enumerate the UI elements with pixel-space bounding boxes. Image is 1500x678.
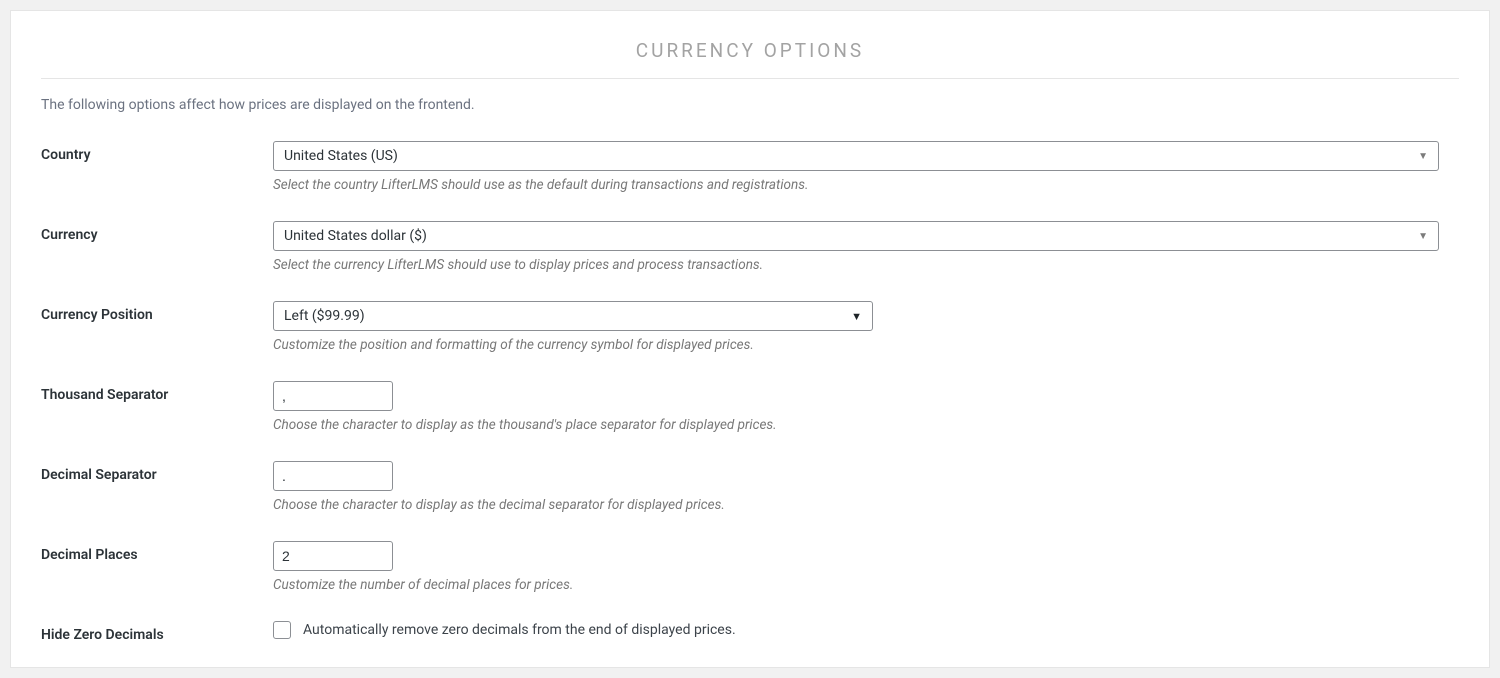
- currency-position-select-value: Left ($99.99): [284, 308, 365, 324]
- section-description: The following options affect how prices …: [31, 97, 1469, 113]
- currency-options-panel: CURRENCY OPTIONS The following options a…: [10, 10, 1490, 668]
- chevron-down-icon: ▼: [851, 310, 862, 323]
- section-title: CURRENCY OPTIONS: [41, 29, 1459, 79]
- hide-zero-decimals-label: Hide Zero Decimals: [41, 621, 273, 643]
- hide-zero-decimals-checkbox-row: Automatically remove zero decimals from …: [273, 621, 1439, 639]
- country-select[interactable]: United States (US) ▼: [273, 141, 1439, 171]
- field-row-currency: Currency United States dollar ($) ▼ Sele…: [31, 221, 1469, 273]
- chevron-down-icon: ▼: [1418, 151, 1428, 162]
- decimal-places-help: Customize the number of decimal places f…: [273, 577, 1439, 593]
- field-row-thousand-separator: Thousand Separator Choose the character …: [31, 381, 1469, 433]
- country-select-value: United States (US): [284, 148, 398, 164]
- currency-select[interactable]: United States dollar ($) ▼: [273, 221, 1439, 251]
- chevron-down-icon: ▼: [1418, 231, 1428, 242]
- decimal-separator-help: Choose the character to display as the d…: [273, 497, 1439, 513]
- field-row-decimal-separator: Decimal Separator Choose the character t…: [31, 461, 1469, 513]
- field-row-hide-zero-decimals: Hide Zero Decimals Automatically remove …: [31, 621, 1469, 643]
- hide-zero-decimals-checkbox-label: Automatically remove zero decimals from …: [303, 622, 736, 638]
- thousand-separator-input[interactable]: [273, 381, 393, 411]
- thousand-separator-help: Choose the character to display as the t…: [273, 417, 1439, 433]
- currency-position-select[interactable]: Left ($99.99) ▼: [273, 301, 873, 331]
- field-row-currency-position: Currency Position Left ($99.99) ▼ Custom…: [31, 301, 1469, 353]
- hide-zero-decimals-checkbox[interactable]: [273, 621, 291, 639]
- field-row-country: Country United States (US) ▼ Select the …: [31, 141, 1469, 193]
- currency-position-label: Currency Position: [41, 301, 273, 323]
- currency-label: Currency: [41, 221, 273, 243]
- thousand-separator-label: Thousand Separator: [41, 381, 273, 403]
- currency-position-help: Customize the position and formatting of…: [273, 337, 1439, 353]
- decimal-separator-label: Decimal Separator: [41, 461, 273, 483]
- decimal-places-input[interactable]: [273, 541, 393, 571]
- currency-help: Select the currency LifterLMS should use…: [273, 257, 1439, 273]
- country-help: Select the country LifterLMS should use …: [273, 177, 1439, 193]
- field-row-decimal-places: Decimal Places Customize the number of d…: [31, 541, 1469, 593]
- decimal-separator-input[interactable]: [273, 461, 393, 491]
- country-label: Country: [41, 141, 273, 163]
- currency-select-value: United States dollar ($): [284, 228, 427, 244]
- decimal-places-label: Decimal Places: [41, 541, 273, 563]
